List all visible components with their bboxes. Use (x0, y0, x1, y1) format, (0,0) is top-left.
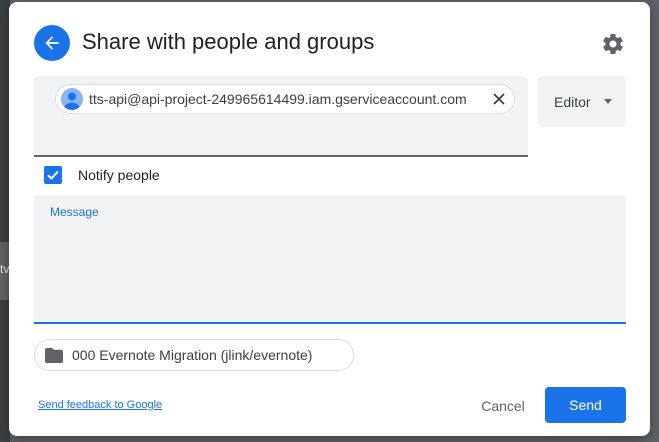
shared-item-name: 000 Evernote Migration (jlink/evernote) (72, 347, 313, 363)
dialog-title: Share with people and groups (82, 29, 375, 54)
message-label: Message (50, 205, 99, 219)
feedback-link[interactable]: Send feedback to Google (38, 399, 162, 411)
share-dialog: Share with people and groups tts-api@api… (9, 2, 650, 436)
role-label: Editor (554, 93, 591, 110)
notify-checkbox[interactable] (44, 166, 62, 184)
backdrop-text: tv (0, 262, 10, 276)
shared-item-chip: 000 Evernote Migration (jlink/evernote) (34, 339, 354, 371)
notify-label: Notify people (78, 167, 160, 183)
recipient-chip[interactable]: tts-api@api-project-249965614499.iam.gse… (55, 84, 515, 114)
arrow-left-icon (42, 33, 62, 53)
folder-icon (45, 347, 63, 363)
recipient-email: tts-api@api-project-249965614499.iam.gse… (89, 91, 467, 107)
close-icon[interactable] (492, 92, 506, 106)
back-button[interactable] (34, 25, 70, 61)
message-field[interactable]: Message (34, 195, 626, 324)
recipients-field[interactable]: tts-api@api-project-249965614499.iam.gse… (34, 76, 528, 157)
caret-down-icon (604, 99, 612, 104)
send-button[interactable]: Send (545, 387, 626, 423)
gear-icon (601, 32, 625, 56)
notify-row: Notify people (44, 165, 160, 185)
person-icon (61, 88, 83, 110)
role-dropdown[interactable]: Editor (538, 76, 626, 127)
cancel-button[interactable]: Cancel (467, 388, 539, 424)
settings-button[interactable] (599, 30, 627, 58)
